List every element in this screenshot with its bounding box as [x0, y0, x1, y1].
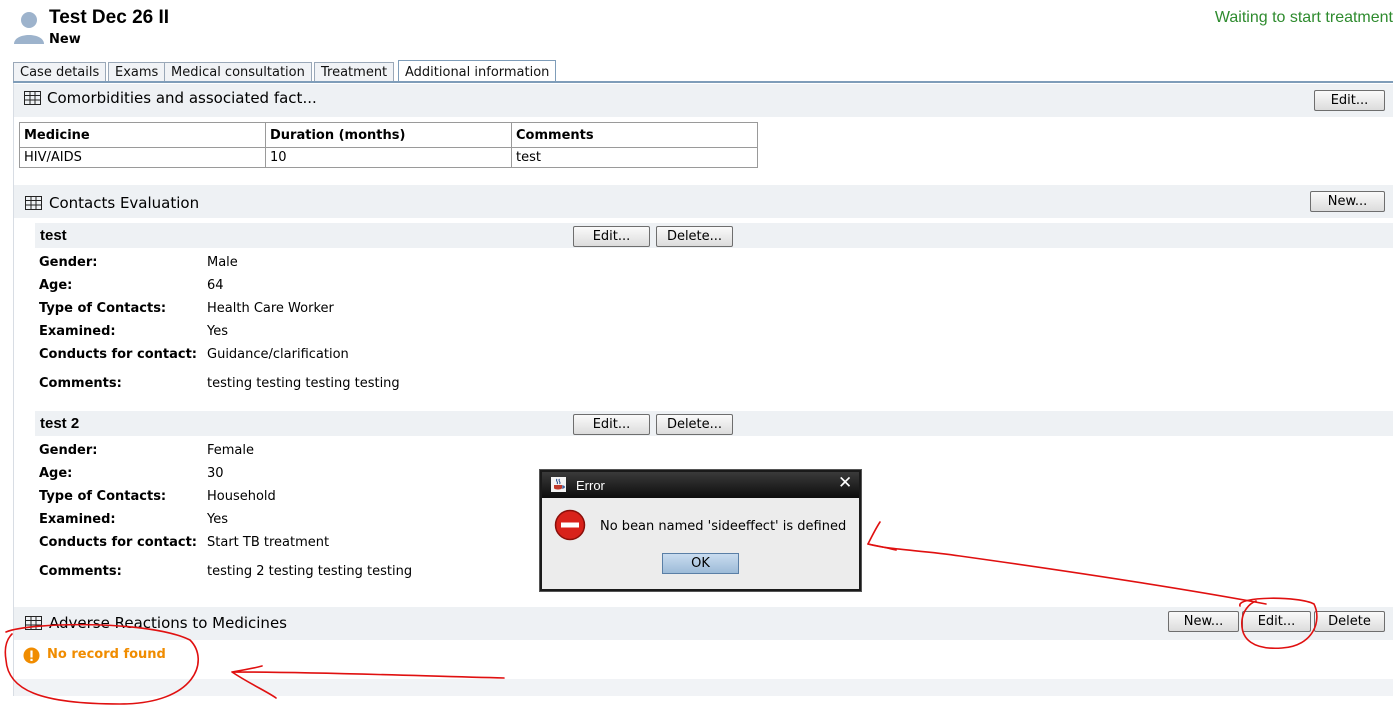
annotation-arrow	[867, 543, 1267, 605]
annotation-arrow	[231, 665, 505, 699]
annotation-circle	[4, 623, 199, 705]
annotation-overlay	[4, 521, 1318, 705]
annotation-circle	[1239, 597, 1318, 650]
